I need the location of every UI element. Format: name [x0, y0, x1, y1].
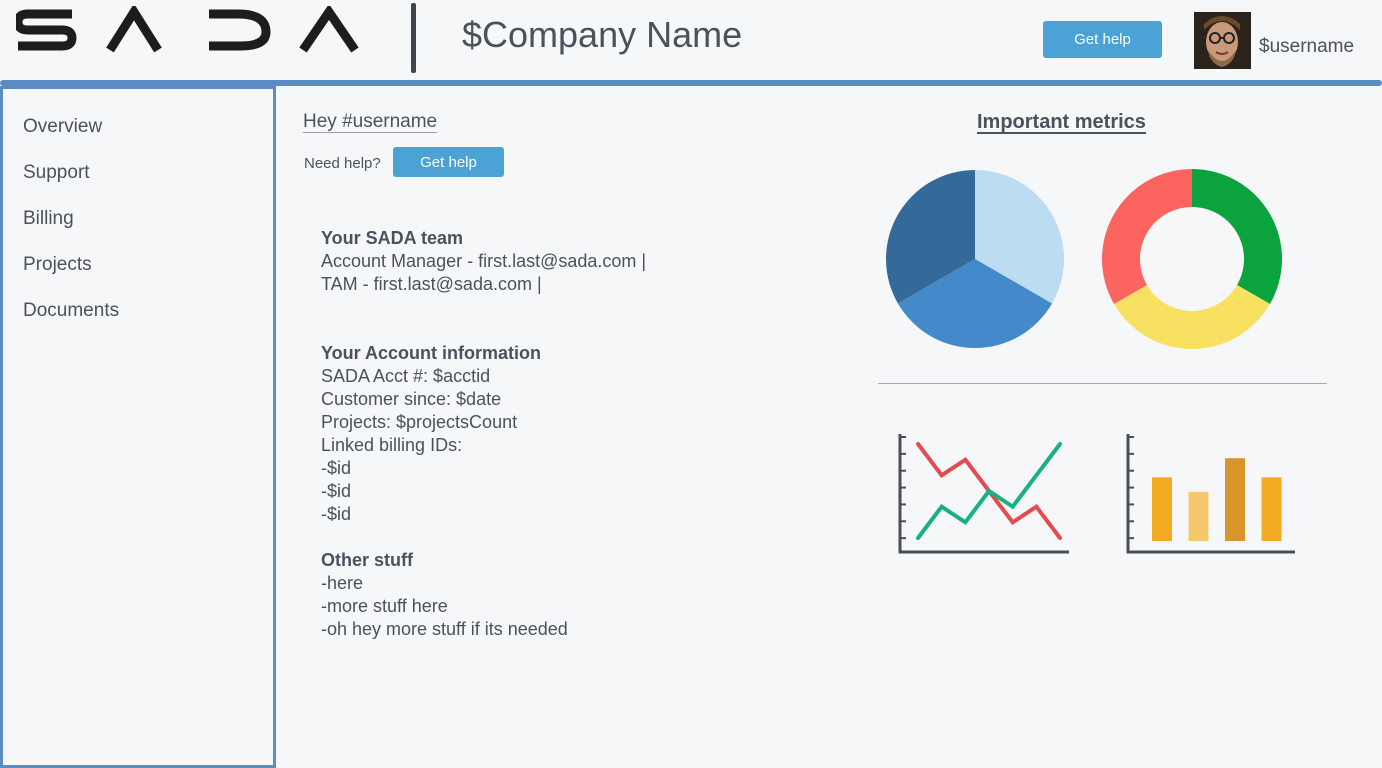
other-stuff-heading: Other stuff [321, 550, 413, 570]
tam-line: TAM - first.last@sada.com | [321, 274, 542, 294]
header: $Company Name Get help $username [0, 0, 1382, 80]
sada-logo[interactable] [16, 6, 362, 54]
sidebar-item-projects[interactable]: Projects [23, 253, 119, 299]
account-manager-line: Account Manager - first.last@sada.com | [321, 251, 647, 271]
pie-chart [886, 170, 1064, 348]
bar-chart [1126, 434, 1295, 554]
donut-segment [1102, 169, 1192, 304]
sidebar-item-billing[interactable]: Billing [23, 207, 119, 253]
billing-id-item: -$id [321, 481, 352, 501]
bar [1152, 477, 1172, 541]
donut-chart [1102, 169, 1282, 349]
other-stuff-item: -here [321, 573, 364, 593]
sidebar: Overview Support Billing Projects Docume… [0, 86, 276, 768]
donut-segment [1114, 285, 1270, 349]
bar [1188, 491, 1209, 541]
avatar[interactable] [1194, 12, 1251, 69]
header-divider [411, 3, 416, 73]
other-stuff-section: Other stuff -here -more stuff here -oh h… [321, 549, 568, 641]
account-id-line: SADA Acct #: $acctid [321, 366, 491, 386]
sidebar-item-documents[interactable]: Documents [23, 299, 119, 345]
projects-count-line: Projects: $projectsCount [321, 412, 518, 432]
account-info-section: Your Account information SADA Acct #: $a… [321, 342, 541, 526]
bar [1261, 477, 1282, 541]
billing-ids-label: Linked billing IDs: [321, 435, 463, 455]
sidebar-item-support[interactable]: Support [23, 161, 119, 207]
account-info-heading: Your Account information [321, 343, 541, 363]
header-username[interactable]: $username [1259, 36, 1354, 58]
line-series [916, 442, 1062, 540]
customer-since-line: Customer since: $date [321, 389, 502, 409]
metrics-divider [878, 383, 1327, 384]
get-help-button[interactable]: Get help [393, 147, 504, 177]
metrics-title: Important metrics [977, 111, 1146, 133]
sidebar-nav: Overview Support Billing Projects Docume… [23, 115, 119, 345]
greeting: Hey #username [303, 111, 438, 132]
header-get-help-button[interactable]: Get help [1043, 21, 1162, 58]
company-name: $Company Name [462, 14, 743, 55]
bar [1225, 458, 1245, 541]
other-stuff-item: -more stuff here [321, 596, 448, 616]
sada-team-section: Your SADA team Account Manager - first.l… [321, 227, 646, 296]
sada-team-heading: Your SADA team [321, 228, 464, 248]
billing-id-item: -$id [321, 458, 352, 478]
donut-segment [1192, 169, 1282, 304]
line-chart [898, 434, 1069, 554]
billing-id-item: -$id [321, 504, 352, 524]
sidebar-item-overview[interactable]: Overview [23, 115, 119, 161]
other-stuff-item: -oh hey more stuff if its needed [321, 619, 568, 639]
need-help-label: Need help? [304, 155, 381, 172]
